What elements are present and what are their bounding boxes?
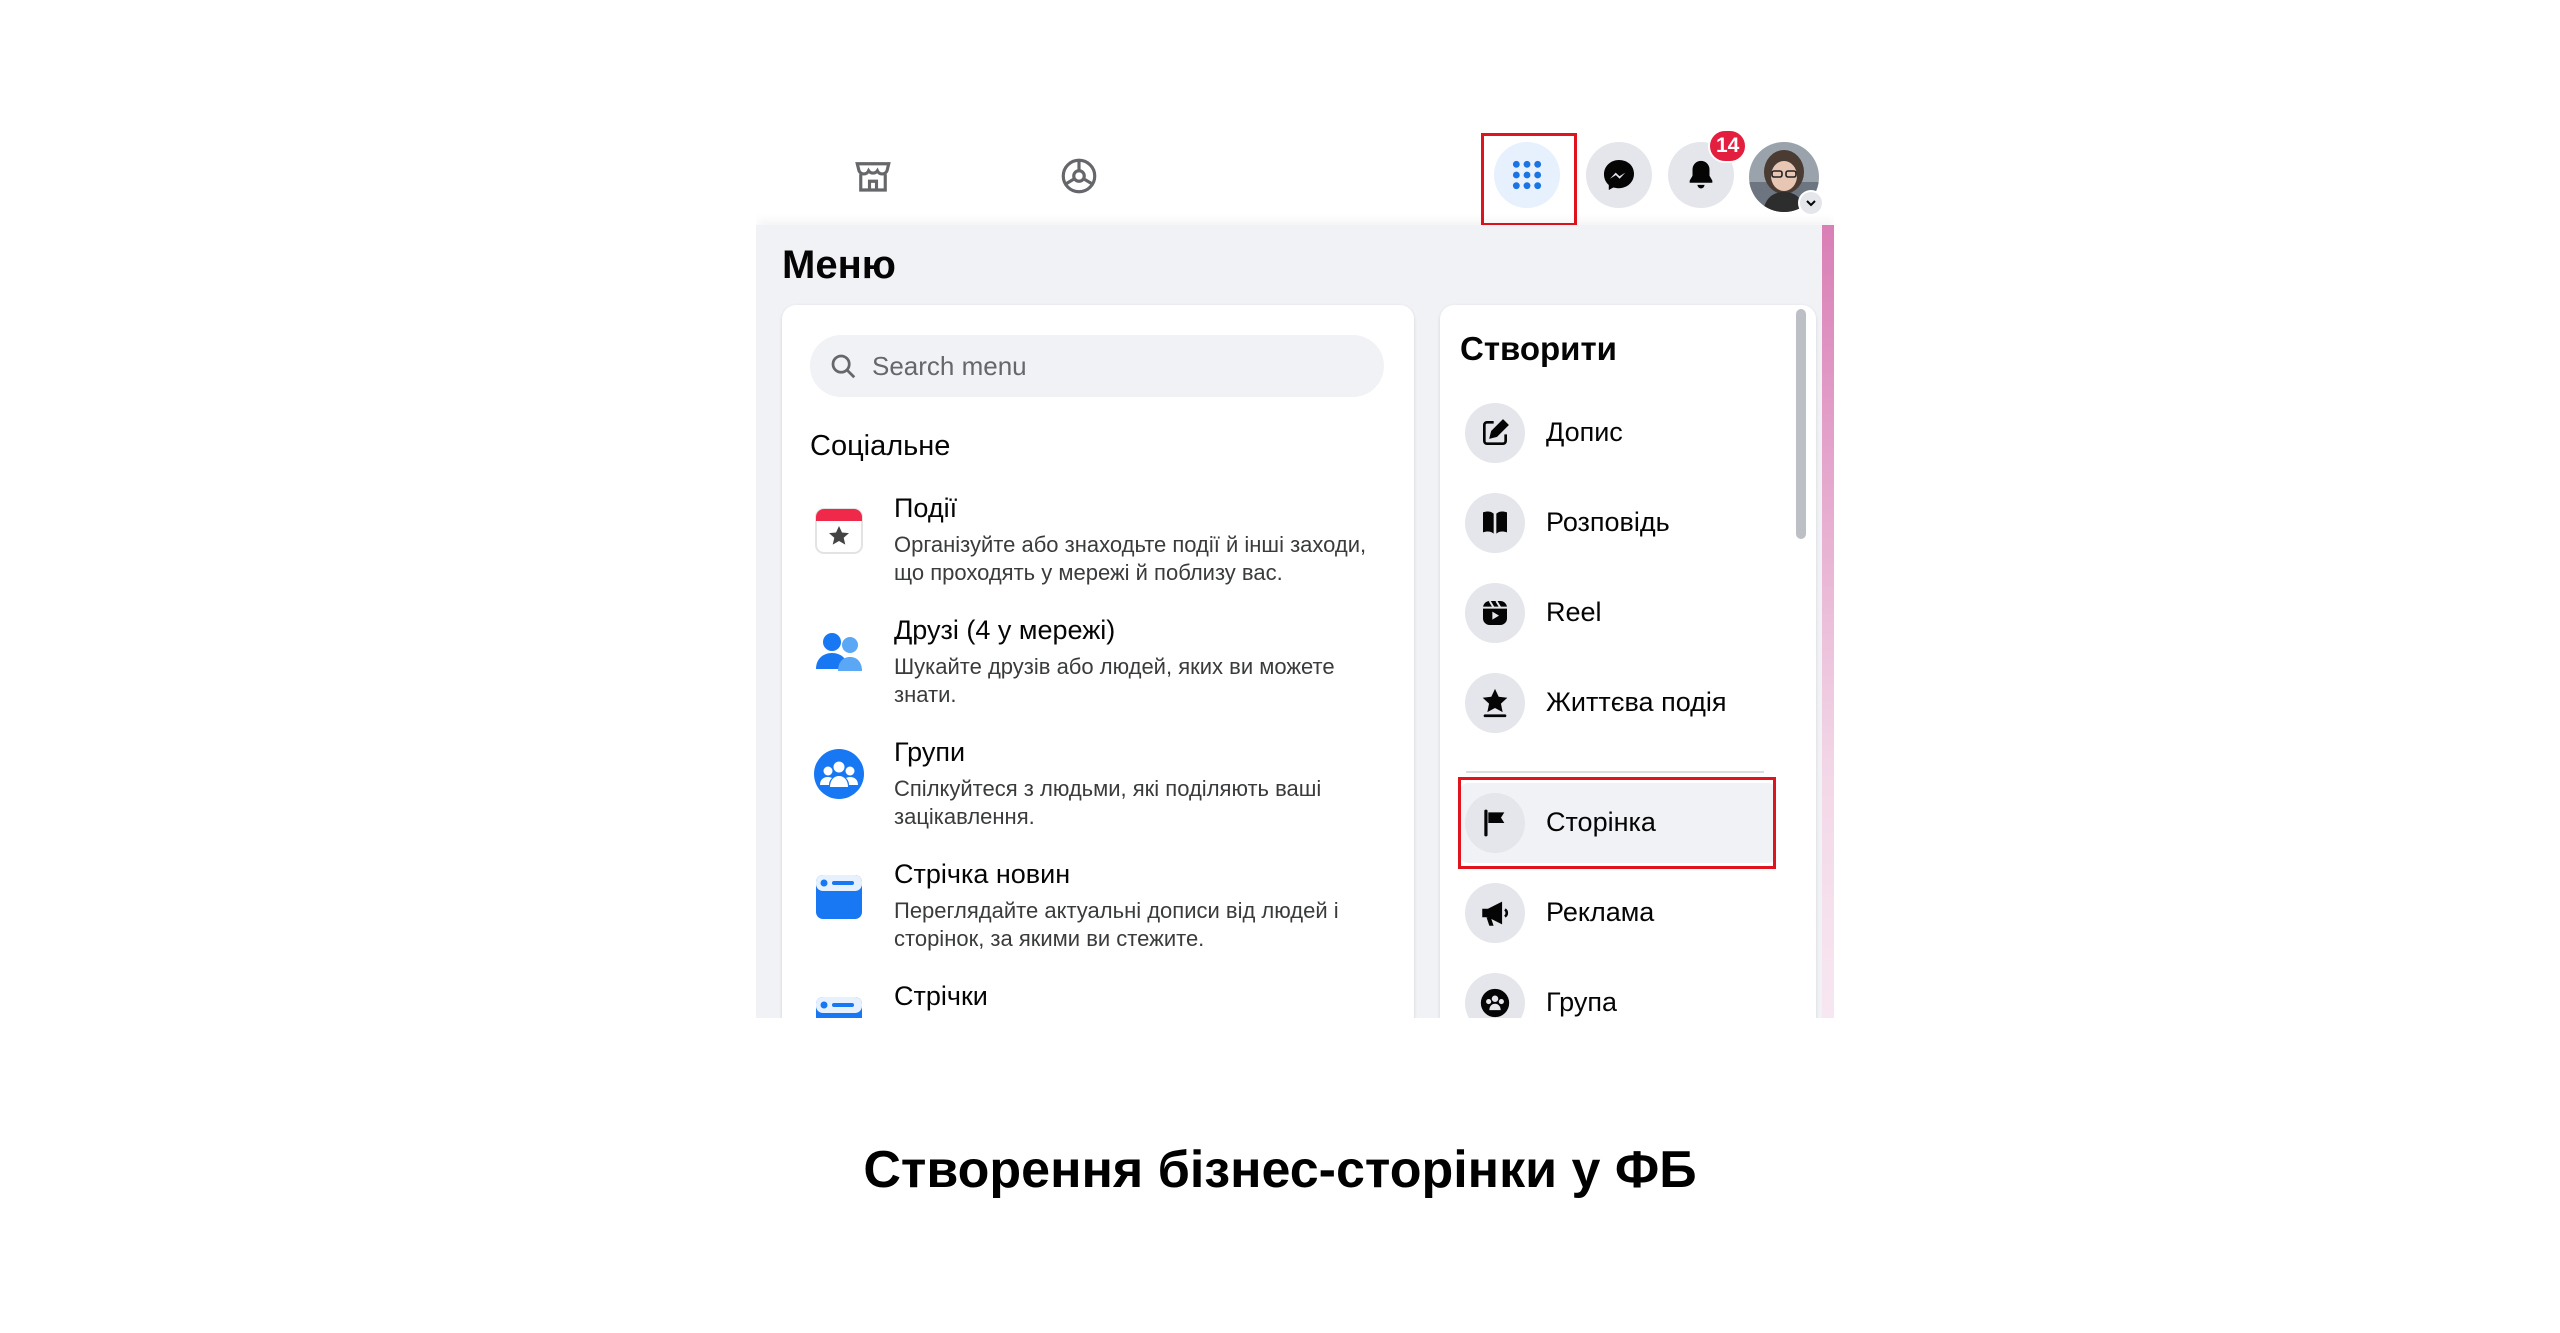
- caption: Створення бізнес-сторінки у ФБ: [863, 1141, 1697, 1199]
- menu-item-news-feed[interactable]: Стрічка новин Переглядайте актуальні доп…: [810, 859, 1390, 969]
- create-post-item[interactable]: Допис: [1460, 393, 1776, 473]
- menu-title: Меню: [782, 243, 896, 287]
- create-reel-item[interactable]: Reel: [1460, 573, 1776, 653]
- menu-panel: Меню Соціальне Події Організуйте або зна…: [756, 225, 1834, 1018]
- create-life-event-item[interactable]: Життєва подія: [1460, 663, 1776, 743]
- menu-item-title: Стрічки: [894, 981, 988, 1011]
- create-title: Створити: [1460, 330, 1617, 367]
- create-item-circle: [1465, 973, 1525, 1018]
- create-item-label: Життєва подія: [1546, 687, 1727, 717]
- create-item-label: Група: [1546, 987, 1617, 1017]
- reel-icon: [1483, 600, 1507, 625]
- menu-item-title: Групи: [894, 737, 966, 767]
- menu-item-events[interactable]: Події Організуйте або знаходьте події й …: [810, 493, 1390, 603]
- ad-megaphone-icon: [1482, 901, 1509, 926]
- create-item-circle: [1465, 583, 1525, 643]
- menu-item-feeds[interactable]: Стрічки: [810, 981, 1390, 1018]
- create-scrollbar[interactable]: [1796, 309, 1806, 539]
- create-item-label: Допис: [1546, 417, 1623, 447]
- story-book-icon: [1483, 511, 1507, 534]
- search-input[interactable]: [870, 349, 1374, 383]
- menu-item-title: Стрічка новин: [894, 859, 1071, 889]
- news-feed-icon: [816, 875, 862, 919]
- create-item-circle: [1465, 403, 1525, 463]
- create-divider: [1466, 771, 1764, 773]
- notifications-badge: 14: [1708, 129, 1748, 163]
- create-card: Створити Допис Розповідь Reel Життєва по…: [1440, 305, 1816, 1018]
- events-calendar-icon: [815, 508, 863, 554]
- menu-item-title: Друзі (4 у мережі): [894, 615, 1116, 645]
- life-event-star-icon: [1482, 688, 1508, 718]
- post-edit-icon: [1483, 419, 1509, 445]
- menu-item-friends[interactable]: Друзі (4 у мережі) Шукайте друзів або лю…: [810, 615, 1390, 725]
- facebook-screenshot: 14 Меню Search menu Соціальне Події Орга…: [756, 125, 1834, 1018]
- menu-left-card: Соціальне Події Організуйте або знаходьт…: [782, 305, 1414, 1018]
- messenger-icon: [1604, 160, 1634, 190]
- menu-item-description: Організуйте або знаходьте події й інші з…: [894, 532, 1367, 585]
- create-item-label: Reel: [1546, 597, 1602, 627]
- account-dropdown[interactable]: [1798, 190, 1824, 216]
- menu-item-description: Переглядайте актуальні дописи від людей …: [894, 898, 1339, 951]
- create-item-label: Реклама: [1546, 897, 1655, 927]
- gaming-icon[interactable]: [1056, 153, 1102, 199]
- groups-icon: [814, 749, 864, 799]
- social-section-title: Соціальне: [810, 430, 951, 462]
- create-story-item[interactable]: Розповідь: [1460, 483, 1776, 563]
- chevron-down-icon: [1806, 200, 1816, 207]
- create-group-item[interactable]: Група: [1460, 963, 1776, 1018]
- create-ad-item[interactable]: Реклама: [1460, 873, 1776, 953]
- create-item-circle: [1465, 673, 1525, 733]
- page-item-highlight: [1458, 777, 1776, 869]
- menu-button-highlight: [1481, 133, 1577, 226]
- group-icon: [1480, 988, 1510, 1018]
- menu-item-groups[interactable]: Групи Спілкуйтеся з людьми, які поділяют…: [810, 737, 1390, 847]
- create-item-circle: [1465, 493, 1525, 553]
- bell-icon: [1689, 160, 1713, 189]
- background-edge: [1822, 225, 1834, 1018]
- menu-item-title: Події: [894, 493, 958, 523]
- search-box[interactable]: [810, 335, 1384, 397]
- menu-item-description: Шукайте друзів або людей, яких ви можете…: [894, 654, 1335, 707]
- messenger-button[interactable]: [1586, 142, 1652, 208]
- menu-item-description: Спілкуйтеся з людьми, які поділяють ваші…: [894, 776, 1322, 829]
- marketplace-icon[interactable]: [850, 153, 896, 199]
- create-item-label: Розповідь: [1546, 507, 1670, 537]
- friends-icon: [816, 633, 862, 671]
- feeds-icon: [816, 997, 862, 1018]
- create-item-circle: [1465, 883, 1525, 943]
- search-icon: [831, 354, 856, 379]
- top-navigation: 14: [756, 125, 1834, 226]
